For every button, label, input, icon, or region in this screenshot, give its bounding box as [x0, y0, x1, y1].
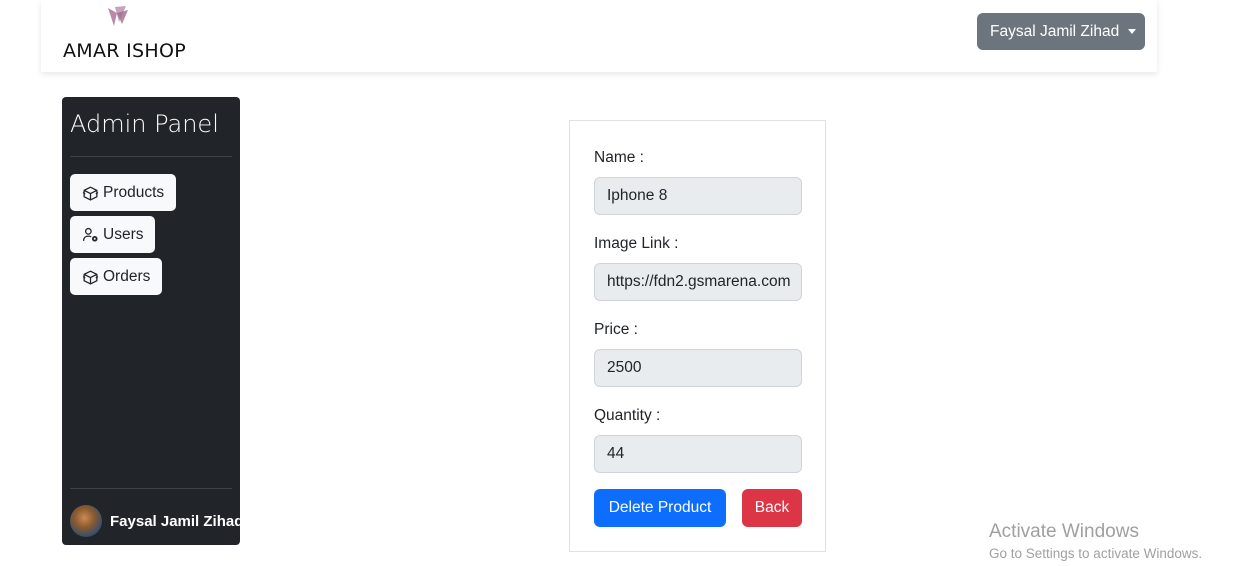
sidebar-title: Admin Panel [70, 110, 219, 138]
watermark-title: Activate Windows [989, 521, 1139, 542]
top-navbar: AMAR ISHOP Faysal Jamil Zihad [41, 0, 1157, 72]
brand-name: AMAR ISHOP [63, 40, 186, 62]
price-field[interactable]: 2500 [594, 349, 802, 387]
sidebar-profile[interactable]: Faysal Jamil Zihad [70, 505, 240, 537]
user-menu-label: Faysal Jamil Zihad [990, 22, 1120, 40]
sidebar-item-label: Users [103, 225, 144, 243]
sidebar-item-orders[interactable]: Orders [70, 258, 163, 295]
sidebar-item-label: Products [103, 183, 165, 201]
admin-sidebar: Admin Panel Products Users Orders Faysal… [62, 97, 240, 545]
user-gear-icon [82, 227, 98, 242]
box-icon [82, 186, 99, 201]
brand-link[interactable]: AMAR ISHOP [63, 4, 193, 64]
product-detail-card: Name : Iphone 8 Image Link : https://fdn… [569, 120, 826, 552]
image-link-label: Image Link : [594, 235, 679, 252]
sidebar-divider [70, 156, 232, 157]
sidebar-item-products[interactable]: Products [70, 174, 177, 211]
avatar [70, 505, 102, 537]
brand-logo-icon [108, 6, 128, 26]
quantity-field[interactable]: 44 [594, 435, 802, 473]
user-menu-dropdown[interactable]: Faysal Jamil Zihad [977, 13, 1145, 50]
sidebar-item-users[interactable]: Users [70, 216, 156, 253]
quantity-label: Quantity : [594, 407, 661, 424]
activate-windows-watermark: Activate Windows Go to Settings to activ… [989, 521, 1202, 561]
watermark-subtitle: Go to Settings to activate Windows. [989, 546, 1203, 561]
name-label: Name : [594, 149, 644, 166]
sidebar-item-label: Orders [103, 267, 151, 285]
box-icon [82, 270, 99, 285]
name-field[interactable]: Iphone 8 [594, 177, 802, 215]
image-link-field[interactable]: https://fdn2.gsmarena.com [594, 263, 802, 301]
delete-product-button[interactable]: Delete Product [594, 489, 726, 527]
profile-name: Faysal Jamil Zihad [110, 512, 240, 530]
back-button[interactable]: Back [742, 489, 802, 527]
sidebar-divider [70, 488, 232, 489]
price-label: Price : [594, 321, 638, 338]
caret-down-icon [1128, 29, 1137, 34]
